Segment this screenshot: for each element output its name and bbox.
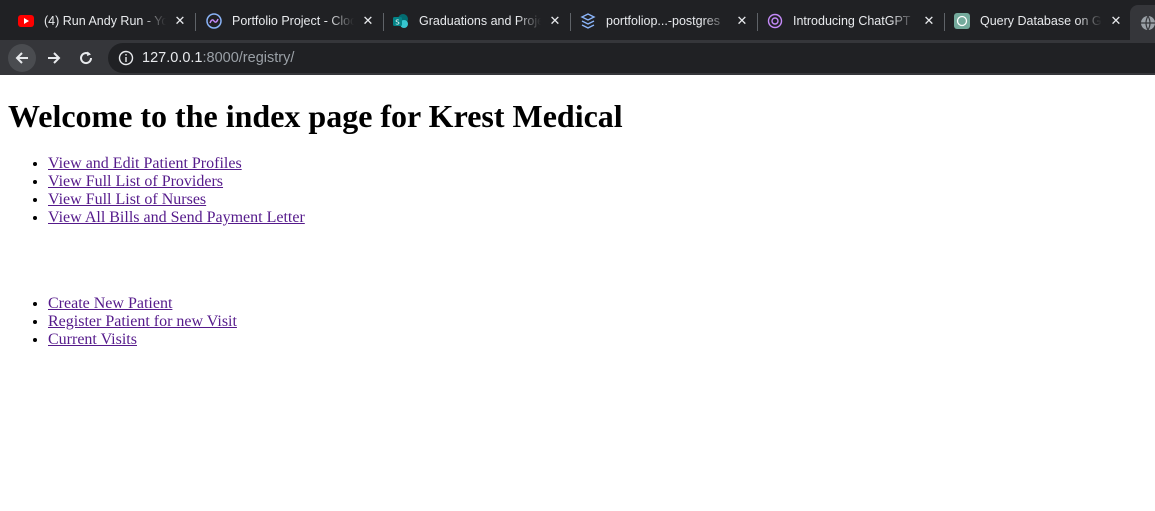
link-patient-profiles[interactable]: View and Edit Patient Profiles <box>48 155 242 172</box>
list-item: Current Visits <box>48 331 1155 349</box>
list-item: View and Edit Patient Profiles <box>48 155 1155 173</box>
tab-title: Graduations and Projects <box>419 14 541 28</box>
tab-title: Portfolio Project - Clockify <box>232 14 354 28</box>
browser-chrome: (4) Run Andy Run - YouTube ✕ Portfolio P… <box>0 0 1155 75</box>
sharepoint-icon: S <box>393 13 409 29</box>
tab-youtube[interactable]: (4) Run Andy Run - YouTube ✕ <box>18 5 188 37</box>
primary-links-list: View and Edit Patient Profiles View Full… <box>0 155 1155 227</box>
forward-button[interactable] <box>40 44 68 72</box>
tab-separator <box>383 13 384 31</box>
secondary-links-list: Create New Patient Register Patient for … <box>0 295 1155 349</box>
chatgpt-icon <box>954 13 970 29</box>
tab-clockify[interactable]: Portfolio Project - Clockify ✕ <box>206 5 376 37</box>
close-icon[interactable]: ✕ <box>172 13 188 29</box>
active-tab[interactable] <box>1130 5 1155 40</box>
back-button[interactable] <box>8 44 36 72</box>
list-item: Create New Patient <box>48 295 1155 313</box>
link-providers[interactable]: View Full List of Providers <box>48 173 223 190</box>
list-item: View Full List of Nurses <box>48 191 1155 209</box>
page-content: Welcome to the index page for Krest Medi… <box>0 75 1155 511</box>
address-bar[interactable]: 127.0.0.1:8000/registry/ <box>108 43 1155 73</box>
tab-separator <box>570 13 571 31</box>
tab-title: Introducing ChatGPT <box>793 14 911 28</box>
info-icon[interactable] <box>118 50 134 66</box>
tab-graduations[interactable]: S Graduations and Projects ✕ <box>393 5 563 37</box>
reload-button[interactable] <box>72 44 100 72</box>
link-bills[interactable]: View All Bills and Send Payment Letter <box>48 209 305 226</box>
toolbar: 127.0.0.1:8000/registry/ <box>0 40 1155 75</box>
tab-title: Query Database on GPT <box>980 14 1102 28</box>
close-icon[interactable]: ✕ <box>734 13 750 29</box>
tab-title: portfoliop...-postgres <box>606 14 720 28</box>
link-nurses[interactable]: View Full List of Nurses <box>48 191 206 208</box>
link-register-visit[interactable]: Register Patient for new Visit <box>48 313 237 330</box>
database-stack-icon <box>580 13 596 29</box>
tab-query-database[interactable]: Query Database on GPT ✕ <box>954 5 1124 37</box>
reload-icon <box>80 51 93 65</box>
tab-strip: (4) Run Andy Run - YouTube ✕ Portfolio P… <box>0 0 1155 40</box>
close-icon[interactable]: ✕ <box>360 13 376 29</box>
page-title: Welcome to the index page for Krest Medi… <box>8 98 623 134</box>
svg-text:S: S <box>395 19 400 27</box>
close-icon[interactable]: ✕ <box>547 13 563 29</box>
url-path: :8000/registry/ <box>202 50 295 66</box>
youtube-icon <box>18 13 34 29</box>
close-icon[interactable]: ✕ <box>921 13 937 29</box>
link-current-visits[interactable]: Current Visits <box>48 331 137 348</box>
tab-separator <box>195 13 196 31</box>
tab-introducing-chatgpt[interactable]: Introducing ChatGPT ✕ <box>767 5 937 37</box>
tab-title: (4) Run Andy Run - YouTube <box>44 14 166 28</box>
tab-separator <box>944 13 945 31</box>
list-item: Register Patient for new Visit <box>48 313 1155 331</box>
link-create-patient[interactable]: Create New Patient <box>48 295 172 312</box>
tab-separator <box>757 13 758 31</box>
openai-icon <box>767 13 783 29</box>
close-icon[interactable]: ✕ <box>1108 13 1124 29</box>
list-item: View Full List of Providers <box>48 173 1155 191</box>
list-item: View All Bills and Send Payment Letter <box>48 209 1155 227</box>
url-host: 127.0.0.1 <box>142 50 203 66</box>
tab-postgres[interactable]: portfoliop...-postgres ✕ <box>580 5 750 37</box>
arrow-left-icon <box>15 52 28 64</box>
globe-icon <box>1141 15 1155 31</box>
clockify-icon <box>206 13 222 29</box>
arrow-right-icon <box>48 52 61 64</box>
